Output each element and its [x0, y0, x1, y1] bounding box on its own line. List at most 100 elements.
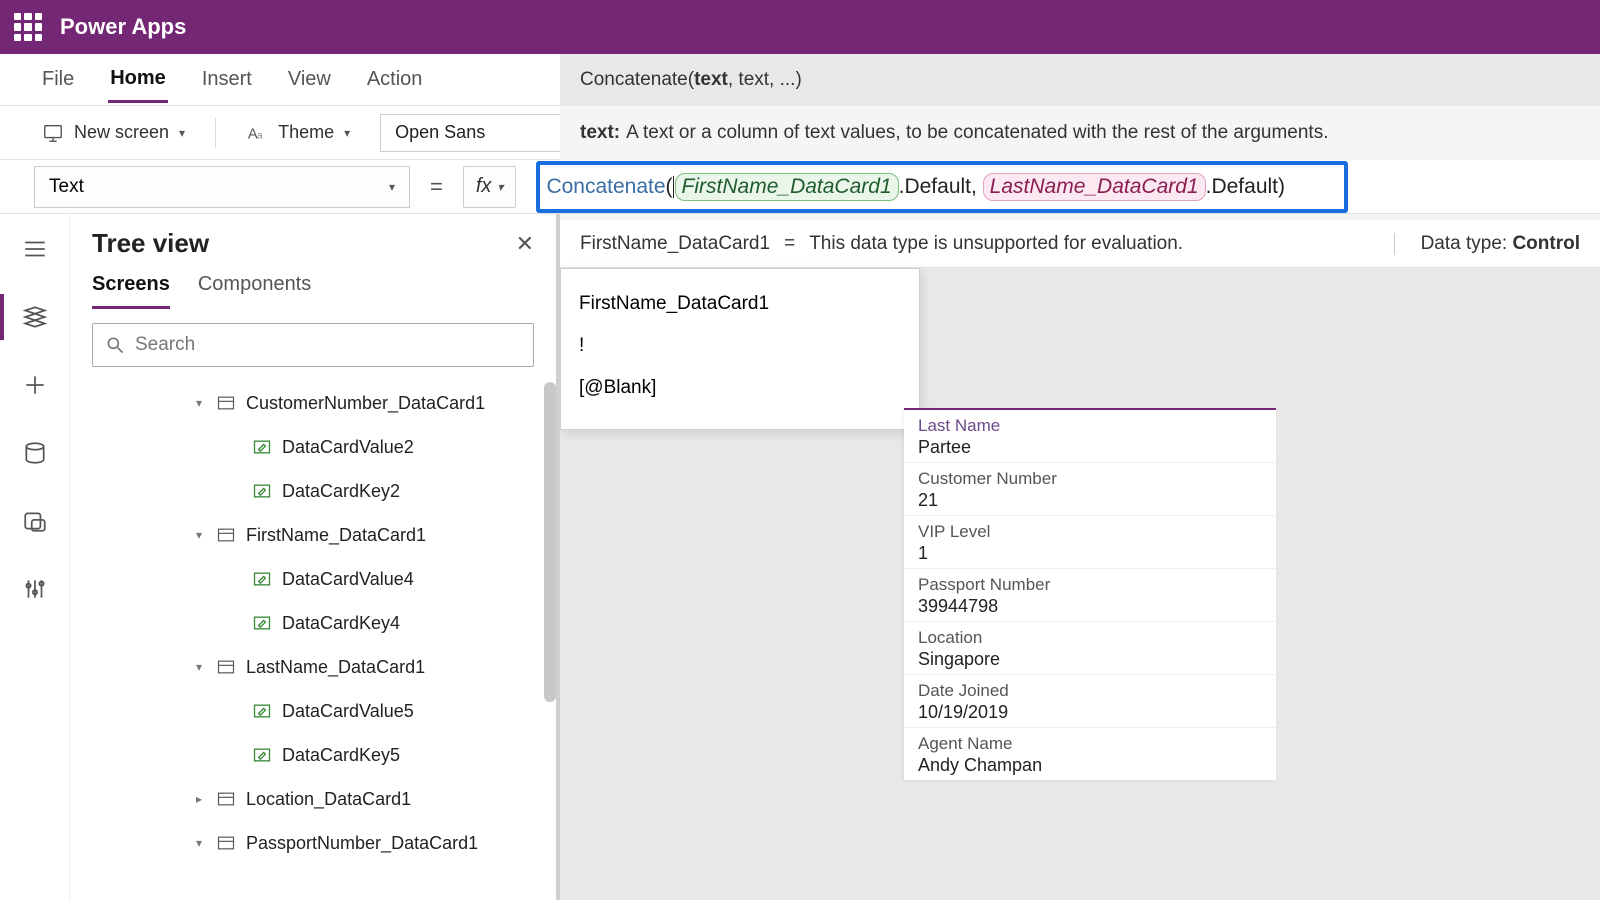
tree-node-label: FirstName_DataCard1: [246, 525, 426, 546]
intellisense-popup: FirstName_DataCard1 ! [@Blank]: [560, 268, 920, 430]
formula-input[interactable]: Concatenate(FirstName_DataCard1.Default,…: [536, 161, 1348, 213]
edit-icon: [252, 481, 272, 501]
field-passport-number[interactable]: Passport Number 39944798: [904, 569, 1276, 622]
tree-view-title: Tree view: [92, 228, 209, 259]
tree-node-control[interactable]: DataCardKey2: [70, 469, 556, 513]
tree-node-label: DataCardValue2: [282, 437, 414, 458]
sig-current-arg: text: [694, 69, 728, 91]
eval-equals: =: [784, 233, 795, 255]
tree-node-control[interactable]: DataCardKey5: [70, 733, 556, 777]
parameter-description: text: A text or a column of text values,…: [560, 106, 1600, 160]
tree-node-label: PassportNumber_DataCard1: [246, 833, 478, 854]
token-paren: ): [1278, 175, 1285, 198]
field-location[interactable]: Location Singapore: [904, 622, 1276, 675]
insert-icon[interactable]: [22, 372, 48, 398]
app-launcher-icon[interactable]: [14, 13, 42, 41]
token-ref-lastname: LastName_DataCard1: [983, 173, 1206, 201]
property-selector[interactable]: Text ▾: [34, 166, 410, 208]
tab-components[interactable]: Components: [198, 273, 311, 309]
sig-rest: , text, ...): [728, 69, 802, 91]
fx-label: fx: [476, 175, 492, 198]
evaluation-bar: FirstName_DataCard1 = This data type is …: [560, 220, 1600, 268]
menu-file[interactable]: File: [40, 58, 76, 101]
field-vip-level[interactable]: VIP Level 1: [904, 516, 1276, 569]
new-screen-label: New screen: [74, 122, 169, 143]
tree-node-card[interactable]: ▾ PassportNumber_DataCard1: [70, 821, 556, 865]
hamburger-icon[interactable]: [22, 236, 48, 262]
tree-view-panel: Tree view ✕ Screens Components Search ▾ …: [70, 214, 560, 900]
left-rail: [0, 214, 70, 900]
card-icon: [216, 393, 236, 413]
field-value: 10/19/2019: [918, 701, 1262, 723]
field-agent-name[interactable]: Agent Name Andy Champan: [904, 728, 1276, 780]
tree-node-control[interactable]: DataCardValue5: [70, 689, 556, 733]
data-icon[interactable]: [22, 440, 48, 466]
theme-button[interactable]: Aa Theme ▾: [238, 116, 358, 150]
screen-icon: [42, 122, 64, 144]
tree-node-card[interactable]: ▾ FirstName_DataCard1: [70, 513, 556, 557]
eval-identifier: FirstName_DataCard1: [580, 233, 770, 255]
data-type-label: Data type:: [1421, 233, 1508, 254]
edit-icon: [252, 569, 272, 589]
token-ref-firstname: FirstName_DataCard1: [675, 173, 899, 201]
card-icon: [216, 833, 236, 853]
chevron-down-icon: ▾: [192, 396, 206, 410]
menu-bar: File Home Insert View Action Concatenate…: [0, 54, 1600, 106]
close-icon[interactable]: ✕: [516, 231, 534, 257]
field-label: Agent Name: [918, 734, 1262, 754]
search-input[interactable]: Search: [92, 323, 534, 367]
font-name: Open Sans: [395, 122, 485, 143]
menu-action[interactable]: Action: [365, 58, 425, 101]
sig-fn: Concatenate(: [580, 69, 694, 91]
chevron-down-icon: ▾: [344, 126, 350, 140]
advanced-tools-icon[interactable]: [22, 576, 48, 602]
tree-node-card[interactable]: ▸ Location_DataCard1: [70, 777, 556, 821]
tree-node-card[interactable]: ▾ LastName_DataCard1: [70, 645, 556, 689]
fx-button[interactable]: fx ▾: [463, 166, 517, 208]
field-date-joined[interactable]: Date Joined 10/19/2019: [904, 675, 1276, 728]
menu-home[interactable]: Home: [108, 57, 168, 103]
field-label: Last Name: [918, 416, 1262, 436]
token-dot-default: .Default: [899, 175, 971, 198]
field-label: Passport Number: [918, 575, 1262, 595]
form-preview[interactable]: Last Name Partee Customer Number 21 VIP …: [904, 408, 1276, 780]
card-icon: [216, 657, 236, 677]
menu-view[interactable]: View: [286, 58, 333, 101]
chevron-down-icon: ▾: [389, 180, 395, 194]
menu-insert[interactable]: Insert: [200, 58, 254, 101]
tree-node-label: DataCardValue4: [282, 569, 414, 590]
tree-node-label: DataCardKey5: [282, 745, 400, 766]
tree-node-control[interactable]: DataCardKey4: [70, 601, 556, 645]
field-value: 39944798: [918, 595, 1262, 617]
tree-view-icon[interactable]: [22, 304, 48, 330]
tree-node-card[interactable]: ▾ CustomerNumber_DataCard1: [70, 381, 556, 425]
tab-screens[interactable]: Screens: [92, 273, 170, 309]
font-selector[interactable]: Open Sans: [380, 114, 570, 152]
command-bar: New screen ▾ Aa Theme ▾ Open Sans text: …: [0, 106, 1600, 160]
tree-node-control[interactable]: DataCardValue4: [70, 557, 556, 601]
new-screen-button[interactable]: New screen ▾: [34, 116, 193, 150]
scrollbar-thumb[interactable]: [544, 382, 556, 702]
media-icon[interactable]: [22, 508, 48, 534]
tree-node-control[interactable]: DataCardValue2: [70, 425, 556, 469]
edit-icon: [252, 613, 272, 633]
search-icon: [105, 335, 125, 355]
suggestion-item[interactable]: FirstName_DataCard1: [561, 283, 919, 325]
divider: [215, 118, 216, 148]
tree-node-label: LastName_DataCard1: [246, 657, 425, 678]
field-value: Andy Champan: [918, 754, 1262, 776]
field-value: 21: [918, 489, 1262, 511]
text-caret: [673, 176, 674, 198]
field-value: Singapore: [918, 648, 1262, 670]
suggestion-item[interactable]: [@Blank]: [561, 367, 919, 409]
field-label: Location: [918, 628, 1262, 648]
tree-tabs: Screens Components: [70, 263, 556, 309]
suggestion-item[interactable]: !: [561, 325, 919, 367]
theme-label: Theme: [278, 122, 334, 143]
param-desc-text: A text or a column of text values, to be…: [626, 122, 1328, 144]
field-lastname[interactable]: Last Name Partee: [904, 410, 1276, 463]
field-label: VIP Level: [918, 522, 1262, 542]
field-customer-number[interactable]: Customer Number 21: [904, 463, 1276, 516]
card-icon: [216, 789, 236, 809]
chevron-down-icon: ▾: [497, 180, 503, 194]
